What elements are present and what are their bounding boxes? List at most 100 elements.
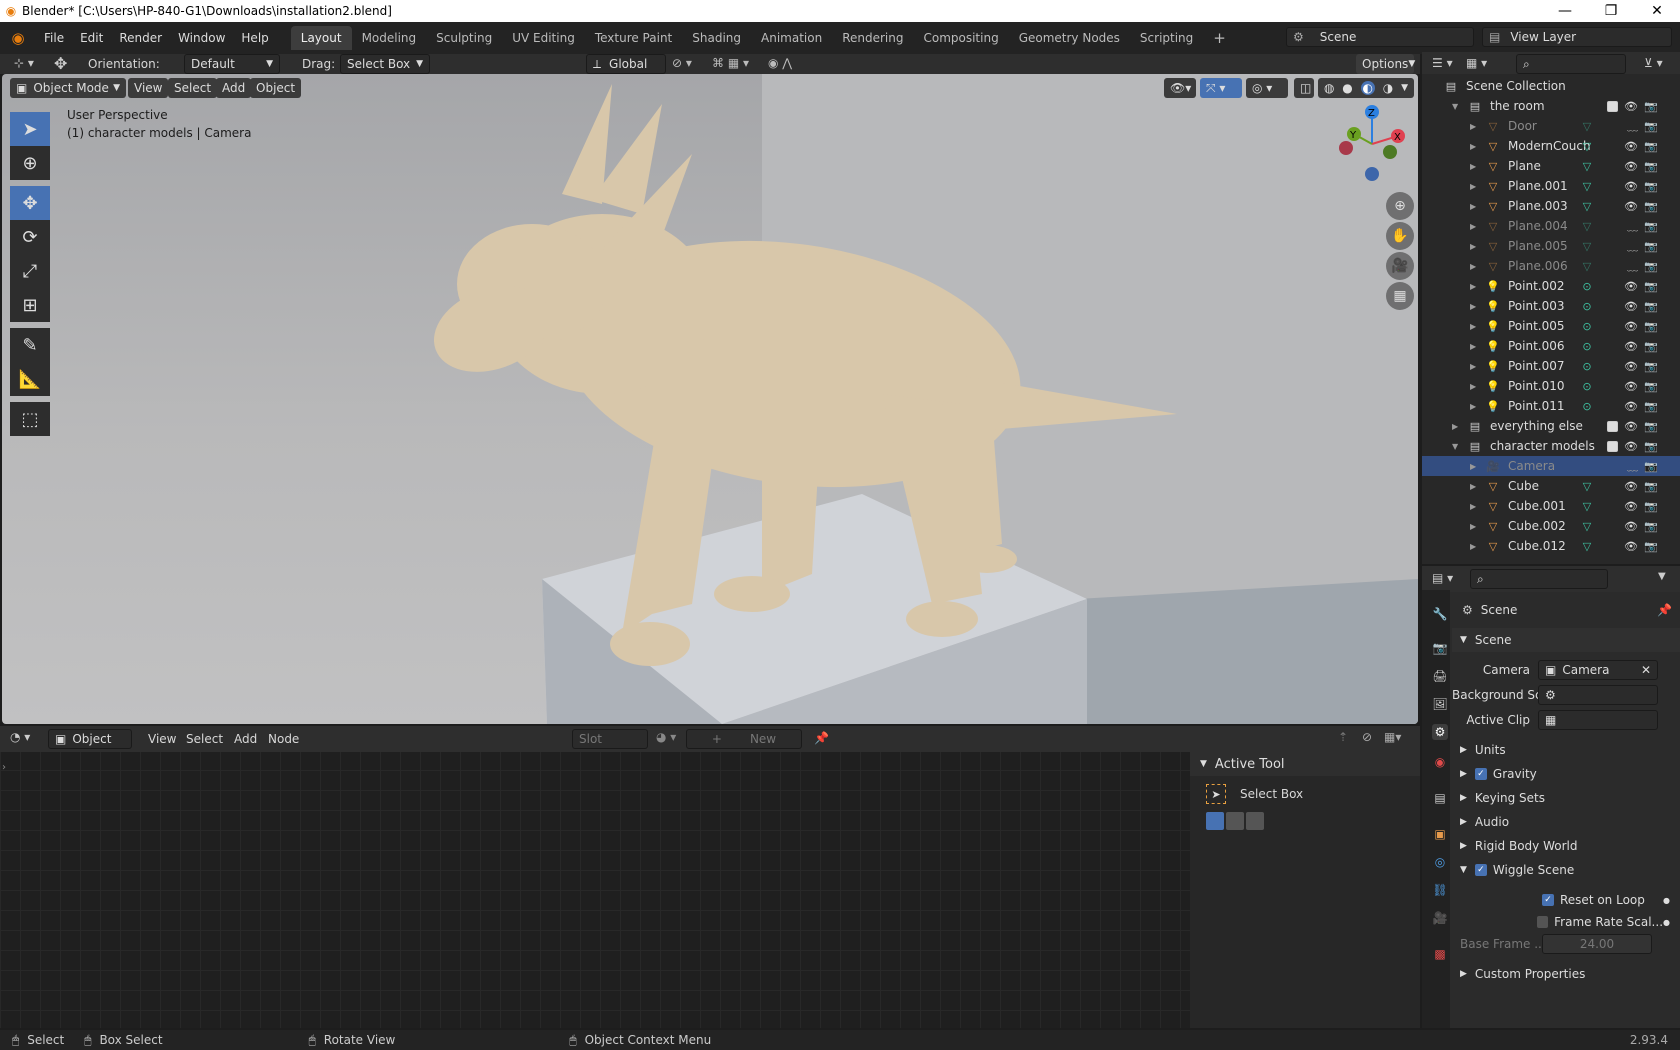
zoom-icon[interactable]: ⊕ [1386, 192, 1414, 220]
mesh-data-icon[interactable]: ▽ [1580, 139, 1594, 153]
eye-closed-icon[interactable]: ﹏ [1627, 258, 1638, 274]
eye-icon[interactable]: 👁 [1624, 280, 1638, 293]
outliner-row[interactable]: ▶ ▽ Plane.003 ▽ 👁 📷 [1422, 196, 1680, 216]
light-data-icon[interactable]: ⊙ [1580, 399, 1594, 413]
menu-file[interactable]: File [36, 31, 72, 45]
eye-icon[interactable]: 👁 [1624, 180, 1638, 193]
render-camera-icon[interactable]: 📷 [1644, 420, 1658, 433]
3d-viewport[interactable]: ➤ ⊕ ✥ ⟳ ⤢ ⊞ ✎ 📐 ⬚ User Perspective (1) c… [2, 74, 1418, 724]
node-select-menu[interactable]: Select [186, 732, 223, 746]
wiggle-scene-panel-header[interactable]: ▼ ✓ Wiggle Scene [1452, 858, 1680, 882]
expand-right-icon[interactable]: ▶ [1470, 542, 1476, 551]
eye-icon[interactable]: 👁 [1624, 540, 1638, 553]
collection-tab-icon[interactable]: ▤ [1432, 790, 1448, 806]
outliner-row[interactable]: ▶ ▽ Plane.004 ▽ ﹏ 📷 [1422, 216, 1680, 236]
outliner-row[interactable]: ▶ ▤ everything else 👁 📷 [1422, 416, 1680, 436]
render-camera-icon[interactable]: 📷 [1644, 480, 1658, 493]
camera-field[interactable]: ▣ Camera ✕ [1538, 660, 1658, 680]
node-view-menu[interactable]: View [148, 732, 176, 746]
navigation-gizmo[interactable]: Z X Y [1332, 104, 1412, 184]
expand-right-icon[interactable]: ▶ [1470, 522, 1476, 531]
mesh-data-icon[interactable]: ▽ [1580, 199, 1594, 213]
expand-right-icon[interactable]: ▶ [1470, 322, 1476, 331]
light-data-icon[interactable]: ⊙ [1580, 299, 1594, 313]
sidebar-toggle-icon[interactable]: › [2, 762, 6, 773]
drag-dropdown[interactable]: Select Box ▼ [340, 54, 430, 74]
output-tab-icon[interactable]: 🖨 [1432, 668, 1448, 684]
eye-icon[interactable]: 👁 [1624, 440, 1638, 453]
units-panel-header[interactable]: ▶ Units [1452, 738, 1680, 762]
outliner-row[interactable]: ▶ 💡 Point.007 ⊙ 👁 📷 [1422, 356, 1680, 376]
clear-icon[interactable]: ✕ [1641, 663, 1651, 677]
snap-mode-icon[interactable]: ▦▾ [1384, 730, 1401, 744]
expand-right-icon[interactable]: ▶ [1470, 202, 1476, 211]
render-camera-icon[interactable]: 📷 [1644, 520, 1658, 533]
keying-sets-panel-header[interactable]: ▶ Keying Sets [1452, 786, 1680, 810]
menu-edit[interactable]: Edit [72, 31, 111, 45]
render-camera-icon[interactable]: 📷 [1644, 320, 1658, 333]
node-tree-type-dropdown[interactable]: ▣ Object [48, 729, 132, 749]
outliner-row[interactable]: ▶ ▽ Plane ▽ 👁 📷 [1422, 156, 1680, 176]
physics-tab-icon[interactable]: ◎ [1432, 854, 1448, 870]
tab-animation[interactable]: Animation [751, 26, 832, 50]
expand-right-icon[interactable]: ▶ [1470, 382, 1476, 391]
pivot-icon[interactable]: ⊘ ▾ [672, 56, 692, 70]
move-tool[interactable]: ✥ [10, 186, 50, 220]
outliner-row[interactable]: ▶ ▽ ModernCouch ▽ 👁 📷 [1422, 136, 1680, 156]
node-editor-canvas[interactable] [0, 752, 1190, 1028]
expand-right-icon[interactable]: ▶ [1470, 362, 1476, 371]
solid-icon[interactable]: ● [1342, 81, 1352, 95]
render-camera-icon[interactable]: 📷 [1644, 540, 1658, 553]
pin-icon[interactable]: 📌 [1657, 603, 1672, 617]
tab-texture-paint[interactable]: Texture Paint [585, 26, 682, 50]
expand-right-icon[interactable]: ▶ [1470, 222, 1476, 231]
display-mode-icon[interactable]: ▦ ▾ [1466, 56, 1487, 70]
close-button[interactable]: ✕ [1634, 0, 1680, 22]
outliner-row[interactable]: ▶ 💡 Point.011 ⊙ 👁 📷 [1422, 396, 1680, 416]
tab-sculpting[interactable]: Sculpting [426, 26, 502, 50]
editor-type-icon[interactable]: ⊹ ▾ [14, 56, 34, 70]
light-data-icon[interactable]: ⊙ [1580, 359, 1594, 373]
eye-icon[interactable]: 👁 [1624, 100, 1638, 113]
reset-loop-checkbox[interactable]: ✓ [1542, 894, 1554, 906]
outliner-row[interactable]: ▶ 🎥 Camera ﹏ 📷 [1422, 456, 1680, 476]
rigid-body-panel-header[interactable]: ▶ Rigid Body World [1452, 834, 1680, 858]
snap-node-icon[interactable]: ⊘ [1362, 730, 1372, 744]
background-field[interactable]: ⚙ [1538, 685, 1658, 705]
expand-right-icon[interactable]: ▶ [1470, 502, 1476, 511]
outliner-row[interactable]: ▶ 💡 Point.006 ⊙ 👁 📷 [1422, 336, 1680, 356]
expand-right-icon[interactable]: ▶ [1470, 142, 1476, 151]
xray-toggle[interactable]: ◫ [1294, 78, 1314, 98]
snap-icon[interactable]: ⌘ ▦ ▾ [712, 56, 749, 70]
mesh-data-icon[interactable]: ▽ [1580, 519, 1594, 533]
render-camera-icon[interactable]: 📷 [1644, 120, 1658, 133]
eye-closed-icon[interactable]: ﹏ [1627, 238, 1638, 254]
render-camera-icon[interactable]: 📷 [1644, 460, 1658, 473]
mesh-data-icon[interactable]: ▽ [1580, 499, 1594, 513]
add-workspace-icon[interactable]: + [1203, 24, 1236, 52]
render-camera-icon[interactable]: 📷 [1644, 440, 1658, 453]
outliner-row[interactable]: ▶ 💡 Point.010 ⊙ 👁 📷 [1422, 376, 1680, 396]
eye-icon[interactable]: 👁 [1624, 480, 1638, 493]
render-tab-icon[interactable]: 📷 [1432, 640, 1448, 656]
outliner-row[interactable]: ▶ ▽ Plane.001 ▽ 👁 📷 [1422, 176, 1680, 196]
scene-panel-header[interactable]: ▼ Scene [1452, 628, 1680, 652]
tool-tab-icon[interactable]: 🔧 [1432, 606, 1448, 622]
pan-hand-icon[interactable]: ✋ [1386, 222, 1414, 250]
tab-compositing[interactable]: Compositing [913, 26, 1008, 50]
outliner-row[interactable]: ▶ ▽ Cube.002 ▽ 👁 📷 [1422, 516, 1680, 536]
scene-collection-row[interactable]: ▤ Scene Collection [1422, 76, 1680, 96]
light-data-icon[interactable]: ⊙ [1580, 339, 1594, 353]
scale-tool[interactable]: ⤢ [10, 254, 50, 288]
eye-icon[interactable]: 👁 [1624, 340, 1638, 353]
exclude-checkbox[interactable] [1607, 100, 1618, 112]
render-camera-icon[interactable]: 📷 [1644, 180, 1658, 193]
view-layer-tab-icon[interactable]: 🖼 [1432, 696, 1448, 712]
slot-dropdown[interactable]: Slot [572, 729, 648, 749]
add-cube-tool[interactable]: ⬚ [10, 402, 50, 436]
properties-type-icon[interactable]: ▤ ▾ [1432, 571, 1453, 585]
expand-right-icon[interactable]: ▶ [1470, 242, 1476, 251]
eye-icon[interactable]: 👁 [1624, 380, 1638, 393]
mesh-data-icon[interactable]: ▽ [1580, 219, 1594, 233]
select-subtract-mode-icon[interactable] [1246, 812, 1264, 830]
